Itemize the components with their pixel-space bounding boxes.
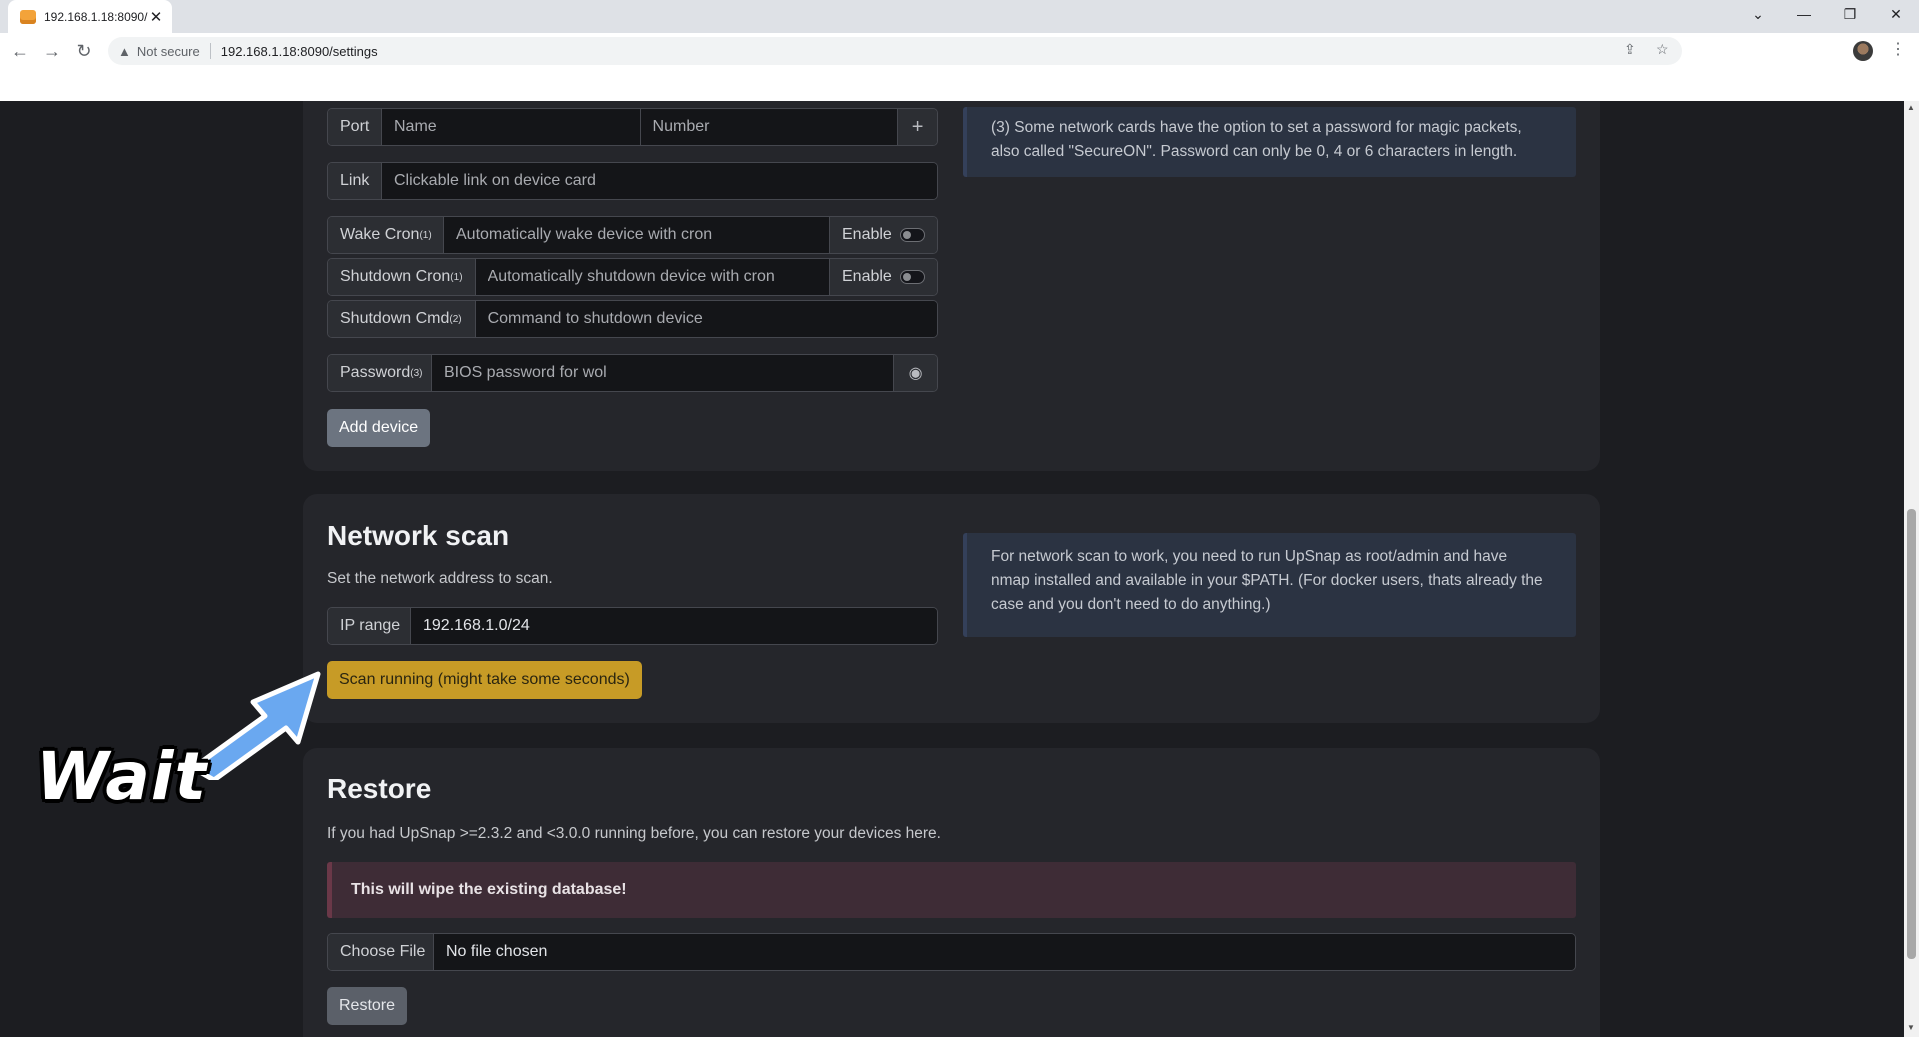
wake-cron-input[interactable]: [444, 217, 829, 253]
url-text[interactable]: 192.168.1.18:8090/settings: [221, 44, 378, 59]
ip-range-group: IP range: [327, 607, 938, 645]
password-label: Password (3): [328, 355, 432, 391]
wake-cron-group: Wake Cron(1) Enable: [327, 216, 938, 254]
shutdown-cmd-group: Shutdown Cmd (2): [327, 300, 938, 338]
tab-search-icon[interactable]: ⌄: [1735, 0, 1781, 28]
link-label: Link: [328, 163, 382, 199]
annotation-arrow-icon: [190, 671, 321, 780]
wake-cron-label: Wake Cron (1): [328, 217, 444, 253]
reload-icon[interactable]: ↻: [70, 37, 98, 65]
restore-window-icon[interactable]: ❐: [1827, 0, 1873, 28]
port-number-input[interactable]: [639, 109, 898, 145]
shutdown-cmd-input[interactable]: [475, 301, 937, 337]
shutdown-cron-switch[interactable]: [899, 270, 925, 284]
shutdown-cmd-label: Shutdown Cmd (2): [328, 301, 476, 337]
port-input-group: Port +: [327, 108, 938, 146]
network-scan-info: For network scan to work, you need to ru…: [963, 533, 1576, 637]
shutdown-cron-group: Shutdown Cron(1) Enable: [327, 258, 938, 296]
password-input[interactable]: [432, 355, 894, 391]
restore-card: Restore If you had UpSnap >=2.3.2 and <3…: [303, 748, 1600, 1037]
site-favicon-icon: [20, 9, 36, 24]
address-bar[interactable]: ▲ Not secure 192.168.1.18:8090/settings …: [108, 37, 1682, 65]
password-group: Password (3) ◉: [327, 354, 938, 392]
shutdown-cron-enable-label: Enable: [842, 268, 892, 285]
add-device-card: Port + Link Wake Cron(1) Enable Shutdown…: [303, 101, 1600, 471]
wipe-database-warning: This will wipe the existing database!: [327, 862, 1576, 918]
file-input-group[interactable]: Choose File No file chosen: [327, 933, 1576, 971]
port-name-input[interactable]: [382, 109, 640, 145]
restore-description: If you had UpSnap >=2.3.2 and <3.0.0 run…: [327, 825, 941, 842]
address-separator: [209, 43, 211, 59]
tab-close-icon[interactable]: ✕: [148, 8, 164, 26]
forward-arrow-icon[interactable]: →: [38, 37, 66, 65]
file-status: No file chosen: [434, 934, 1575, 970]
browser-bar-spacer: [0, 69, 1919, 101]
tab-title: 192.168.1.18:8090/: [44, 9, 148, 24]
annotation-wait-label: Wait: [36, 738, 208, 815]
network-scan-info-line3: case and you don't need to do anything.): [991, 596, 1271, 613]
tab-strip: 192.168.1.18:8090/ ✕ ⌄ — ❐ ✕: [0, 0, 1919, 33]
close-window-icon[interactable]: ✕: [1873, 0, 1919, 28]
link-input-group: Link: [327, 162, 938, 200]
ip-range-input[interactable]: [411, 608, 937, 644]
profile-avatar[interactable]: [1853, 41, 1873, 61]
shutdown-cron-label: Shutdown Cron (1): [328, 259, 476, 295]
shutdown-cron-input[interactable]: [475, 259, 829, 295]
network-scan-card: Network scan Set the network address to …: [303, 494, 1600, 723]
page-scrollbar[interactable]: ▲ ▼: [1904, 101, 1919, 1037]
scroll-down-icon[interactable]: ▼: [1907, 1023, 1915, 1032]
ip-range-label: IP range: [328, 608, 411, 644]
warning-icon: ▲: [118, 43, 131, 59]
browser-tab[interactable]: 192.168.1.18:8090/ ✕: [8, 0, 172, 33]
add-device-button[interactable]: Add device: [327, 409, 431, 447]
password-note-line2: also called "SecureON". Password can onl…: [991, 143, 1518, 160]
browser-menu-icon[interactable]: ⋮: [1890, 39, 1906, 59]
restore-button[interactable]: Restore: [327, 987, 408, 1025]
show-password-eye-icon[interactable]: ◉: [893, 355, 937, 391]
wake-cron-enable-label: Enable: [842, 226, 892, 243]
network-scan-description: Set the network address to scan.: [327, 570, 553, 587]
scrollbar-thumb[interactable]: [1907, 509, 1916, 959]
password-note: (3) Some network cards have the option t…: [963, 107, 1576, 177]
browser-toolbar: ← → ↻ ▲ Not secure 192.168.1.18:8090/set…: [0, 33, 1919, 69]
bookmark-star-icon[interactable]: ☆: [1656, 41, 1669, 58]
not-secure-label[interactable]: Not secure: [137, 44, 200, 59]
network-scan-info-line2: nmap installed and available in your $PA…: [991, 572, 1543, 589]
wake-cron-switch[interactable]: [899, 228, 925, 242]
network-scan-info-line1: For network scan to work, you need to ru…: [991, 548, 1508, 565]
restore-title: Restore: [327, 773, 432, 804]
port-label: Port: [328, 109, 382, 145]
settings-page: Port + Link Wake Cron(1) Enable Shutdown…: [0, 101, 1904, 1037]
shutdown-cron-toggle[interactable]: Enable: [829, 259, 937, 295]
network-scan-title: Network scan: [327, 520, 510, 551]
share-icon[interactable]: ⇪: [1624, 41, 1636, 58]
wake-cron-toggle[interactable]: Enable: [829, 217, 937, 253]
add-port-plus-icon[interactable]: +: [897, 109, 937, 145]
back-arrow-icon[interactable]: ←: [6, 37, 34, 65]
choose-file-button[interactable]: Choose File: [328, 934, 434, 970]
scroll-up-icon[interactable]: ▲: [1907, 103, 1915, 112]
scan-running-button[interactable]: Scan running (might take some seconds): [327, 661, 642, 699]
minimize-icon[interactable]: —: [1781, 0, 1827, 28]
link-input[interactable]: [382, 163, 937, 199]
password-note-line1: (3) Some network cards have the option t…: [991, 119, 1522, 136]
